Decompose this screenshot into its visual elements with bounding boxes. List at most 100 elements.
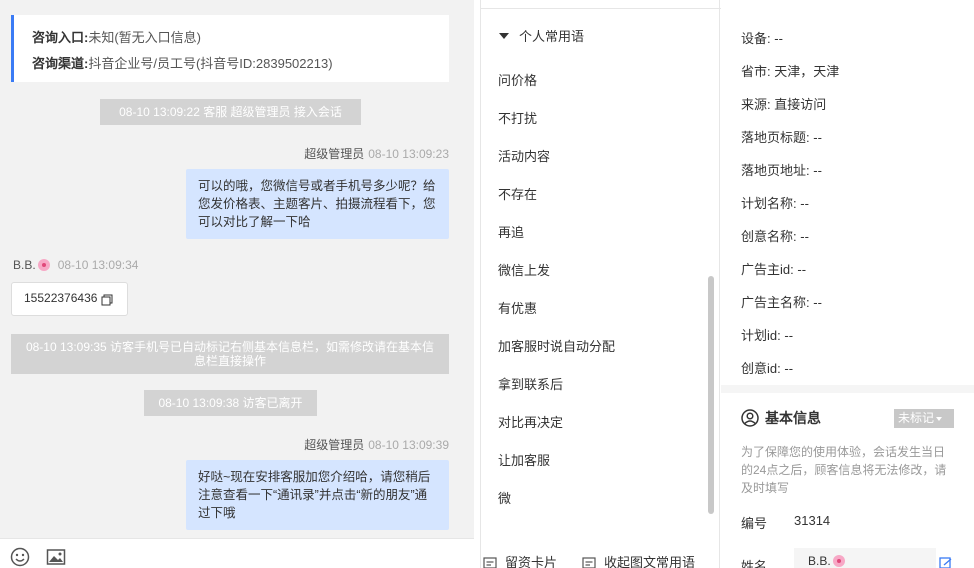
phrase-item[interactable]: 微信上发 <box>498 260 550 279</box>
info-value: 直接访问 <box>774 97 827 112</box>
visitor-message-bubble: 15522376436 <box>11 282 128 316</box>
info-label: 广告主id: <box>741 262 794 277</box>
info-label: 创意id: <box>741 361 781 376</box>
sender-name: 超级管理员 <box>304 438 365 452</box>
copy-icon[interactable] <box>101 294 113 306</box>
phrase-item[interactable]: 加客服时说自动分配 <box>498 336 615 355</box>
phrase-item[interactable]: 问价格 <box>498 70 537 89</box>
info-row-device: 设备: -- <box>741 28 783 47</box>
entry-row: 咨询入口:未知(暂无入口信息) <box>32 25 431 51</box>
phrase-item[interactable]: 微 <box>498 488 511 507</box>
info-row-creative-name: 创意名称: -- <box>741 226 809 245</box>
sender-name: 超级管理员 <box>304 147 365 161</box>
phrase-item[interactable]: 对比再决定 <box>498 412 563 431</box>
channel-label: 咨询渠道: <box>32 56 89 71</box>
flower-emoji-icon <box>37 259 50 271</box>
phrase-item[interactable]: 不打扰 <box>498 108 537 127</box>
info-value: -- <box>797 262 807 277</box>
info-value: -- <box>784 328 794 343</box>
system-message: 08-10 13:09:38 访客已离开 <box>144 390 317 416</box>
info-label: 落地页标题: <box>741 130 810 145</box>
collapse-phrases-label: 收起图文常用语 <box>604 555 696 568</box>
name-field-value: B.B. <box>808 554 831 568</box>
chat-pane: 咨询入口:未知(暂无入口信息) 咨询渠道:抖音企业号/员工号(抖音号ID:283… <box>0 0 474 568</box>
system-message: 08-10 13:09:35 访客手机号已自动标记右侧基本信息栏，如需修改请在基… <box>11 334 449 374</box>
chat-toolbar <box>0 538 474 568</box>
entry-label: 咨询入口: <box>32 30 89 45</box>
name-field[interactable]: B.B. <box>794 548 936 568</box>
channel-row: 咨询渠道:抖音企业号/员工号(抖音号ID:2839502213) <box>32 51 431 77</box>
basic-info-title: 基本信息 <box>741 408 821 428</box>
info-label: 广告主名称: <box>741 295 810 310</box>
image-icon[interactable] <box>46 547 66 567</box>
caret-down-icon <box>936 416 943 421</box>
info-label: 省市: <box>741 64 771 79</box>
info-pane: 设备: -- 省市: 天津，天津 来源: 直接访问 落地页标题: -- 落地页地… <box>721 0 974 568</box>
message-time: 08-10 13:09:34 <box>57 258 139 272</box>
phrase-item[interactable]: 让加客服 <box>498 450 550 469</box>
info-label: 设备: <box>741 31 771 46</box>
info-value: -- <box>784 361 794 376</box>
info-row-source: 来源: 直接访问 <box>741 94 826 113</box>
info-value: 天津，天津 <box>774 64 840 79</box>
info-value: -- <box>774 31 783 46</box>
collapse-phrases-button[interactable]: 收起图文常用语 <box>582 552 695 568</box>
chat-messages[interactable]: 咨询入口:未知(暂无入口信息) 咨询渠道:抖音企业号/员工号(抖音号ID:283… <box>0 0 474 538</box>
phrase-item[interactable]: 再追 <box>498 222 524 241</box>
tag-dropdown-label: 未标记 <box>898 411 935 425</box>
flower-emoji-icon <box>832 555 845 567</box>
phrases-scrollbar[interactable] <box>708 276 714 514</box>
lead-card-label: 留资卡片 <box>505 555 558 568</box>
info-label: 计划id: <box>741 328 781 343</box>
source-info-card: 咨询入口:未知(暂无入口信息) 咨询渠道:抖音企业号/员工号(抖音号ID:283… <box>11 15 449 82</box>
caret-down-icon <box>499 32 509 39</box>
info-row-region: 省市: 天津，天津 <box>741 61 839 80</box>
info-label: 创意名称: <box>741 229 797 244</box>
info-row-plan-id: 计划id: -- <box>741 325 793 344</box>
agent-message-bubble: 可以的哦，您微信号或者手机号多少呢？给您发价格表、主题客片、拍摄流程看下，您可以… <box>186 169 449 239</box>
message-time: 08-10 13:09:23 <box>368 147 449 161</box>
info-label: 来源: <box>741 97 771 112</box>
info-row-advertiser-id: 广告主id: -- <box>741 259 806 278</box>
message-time: 08-10 13:09:39 <box>368 438 449 452</box>
info-row-landing-url: 落地页地址: -- <box>741 160 822 179</box>
phrase-item[interactable]: 活动内容 <box>498 146 550 165</box>
info-row-advertiser-name: 广告主名称: -- <box>741 292 822 311</box>
agent-message-bubble: 好哒~现在安排客服加您介绍哈，请您稍后注意查看一下“通讯录”并点击“新的朋友”通… <box>186 460 449 530</box>
info-row-creative-id: 创意id: -- <box>741 358 793 377</box>
system-message: 08-10 13:09:22 客服 超级管理员 接入会话 <box>100 99 361 125</box>
card-icon <box>483 557 497 568</box>
channel-value: 抖音企业号/员工号(抖音号ID:2839502213) <box>88 56 333 71</box>
visitor-message-text: 15522376436 <box>24 291 98 305</box>
id-label: 编号 <box>741 516 768 531</box>
info-value: -- <box>800 196 809 211</box>
info-label: 计划名称: <box>741 196 797 211</box>
edit-notice: 为了保障您的使用体验，会话发生当日的24点之后，顾客信息将无法修改，请及时填写 <box>741 445 947 495</box>
edit-icon[interactable] <box>939 557 953 568</box>
sender-name: B.B. <box>13 258 36 272</box>
message-meta: B.B. 08-10 13:09:34 <box>13 258 138 272</box>
info-label: 落地页地址: <box>741 163 810 178</box>
phrase-item[interactable]: 拿到联系后 <box>498 374 563 393</box>
entry-value: 未知(暂无入口信息) <box>88 30 202 45</box>
user-circle-icon <box>741 409 759 427</box>
phrases-footer: 留资卡片 收起图文常用语 <box>481 540 721 568</box>
info-value: -- <box>800 229 809 244</box>
phrase-item[interactable]: 不存在 <box>498 184 537 203</box>
smile-icon[interactable] <box>10 547 30 567</box>
lead-card-button[interactable]: 留资卡片 <box>483 552 557 568</box>
name-label: 姓名 <box>741 559 768 568</box>
divider <box>481 8 721 9</box>
phrase-item[interactable]: 有优惠 <box>498 298 537 317</box>
info-value: -- <box>813 163 822 178</box>
message-meta: 超级管理员 08-10 13:09:39 <box>304 436 449 453</box>
section-divider <box>721 385 974 393</box>
info-value: -- <box>813 295 822 310</box>
info-row-plan-name: 计划名称: -- <box>741 193 809 212</box>
id-value: 31314 <box>794 513 831 528</box>
tag-dropdown[interactable]: 未标记 <box>894 409 954 428</box>
phrase-group-header[interactable]: 个人常用语 <box>499 26 584 45</box>
info-row-landing-title: 落地页标题: -- <box>741 127 822 146</box>
info-value: -- <box>813 130 822 145</box>
message-meta: 超级管理员 08-10 13:09:23 <box>304 145 449 162</box>
